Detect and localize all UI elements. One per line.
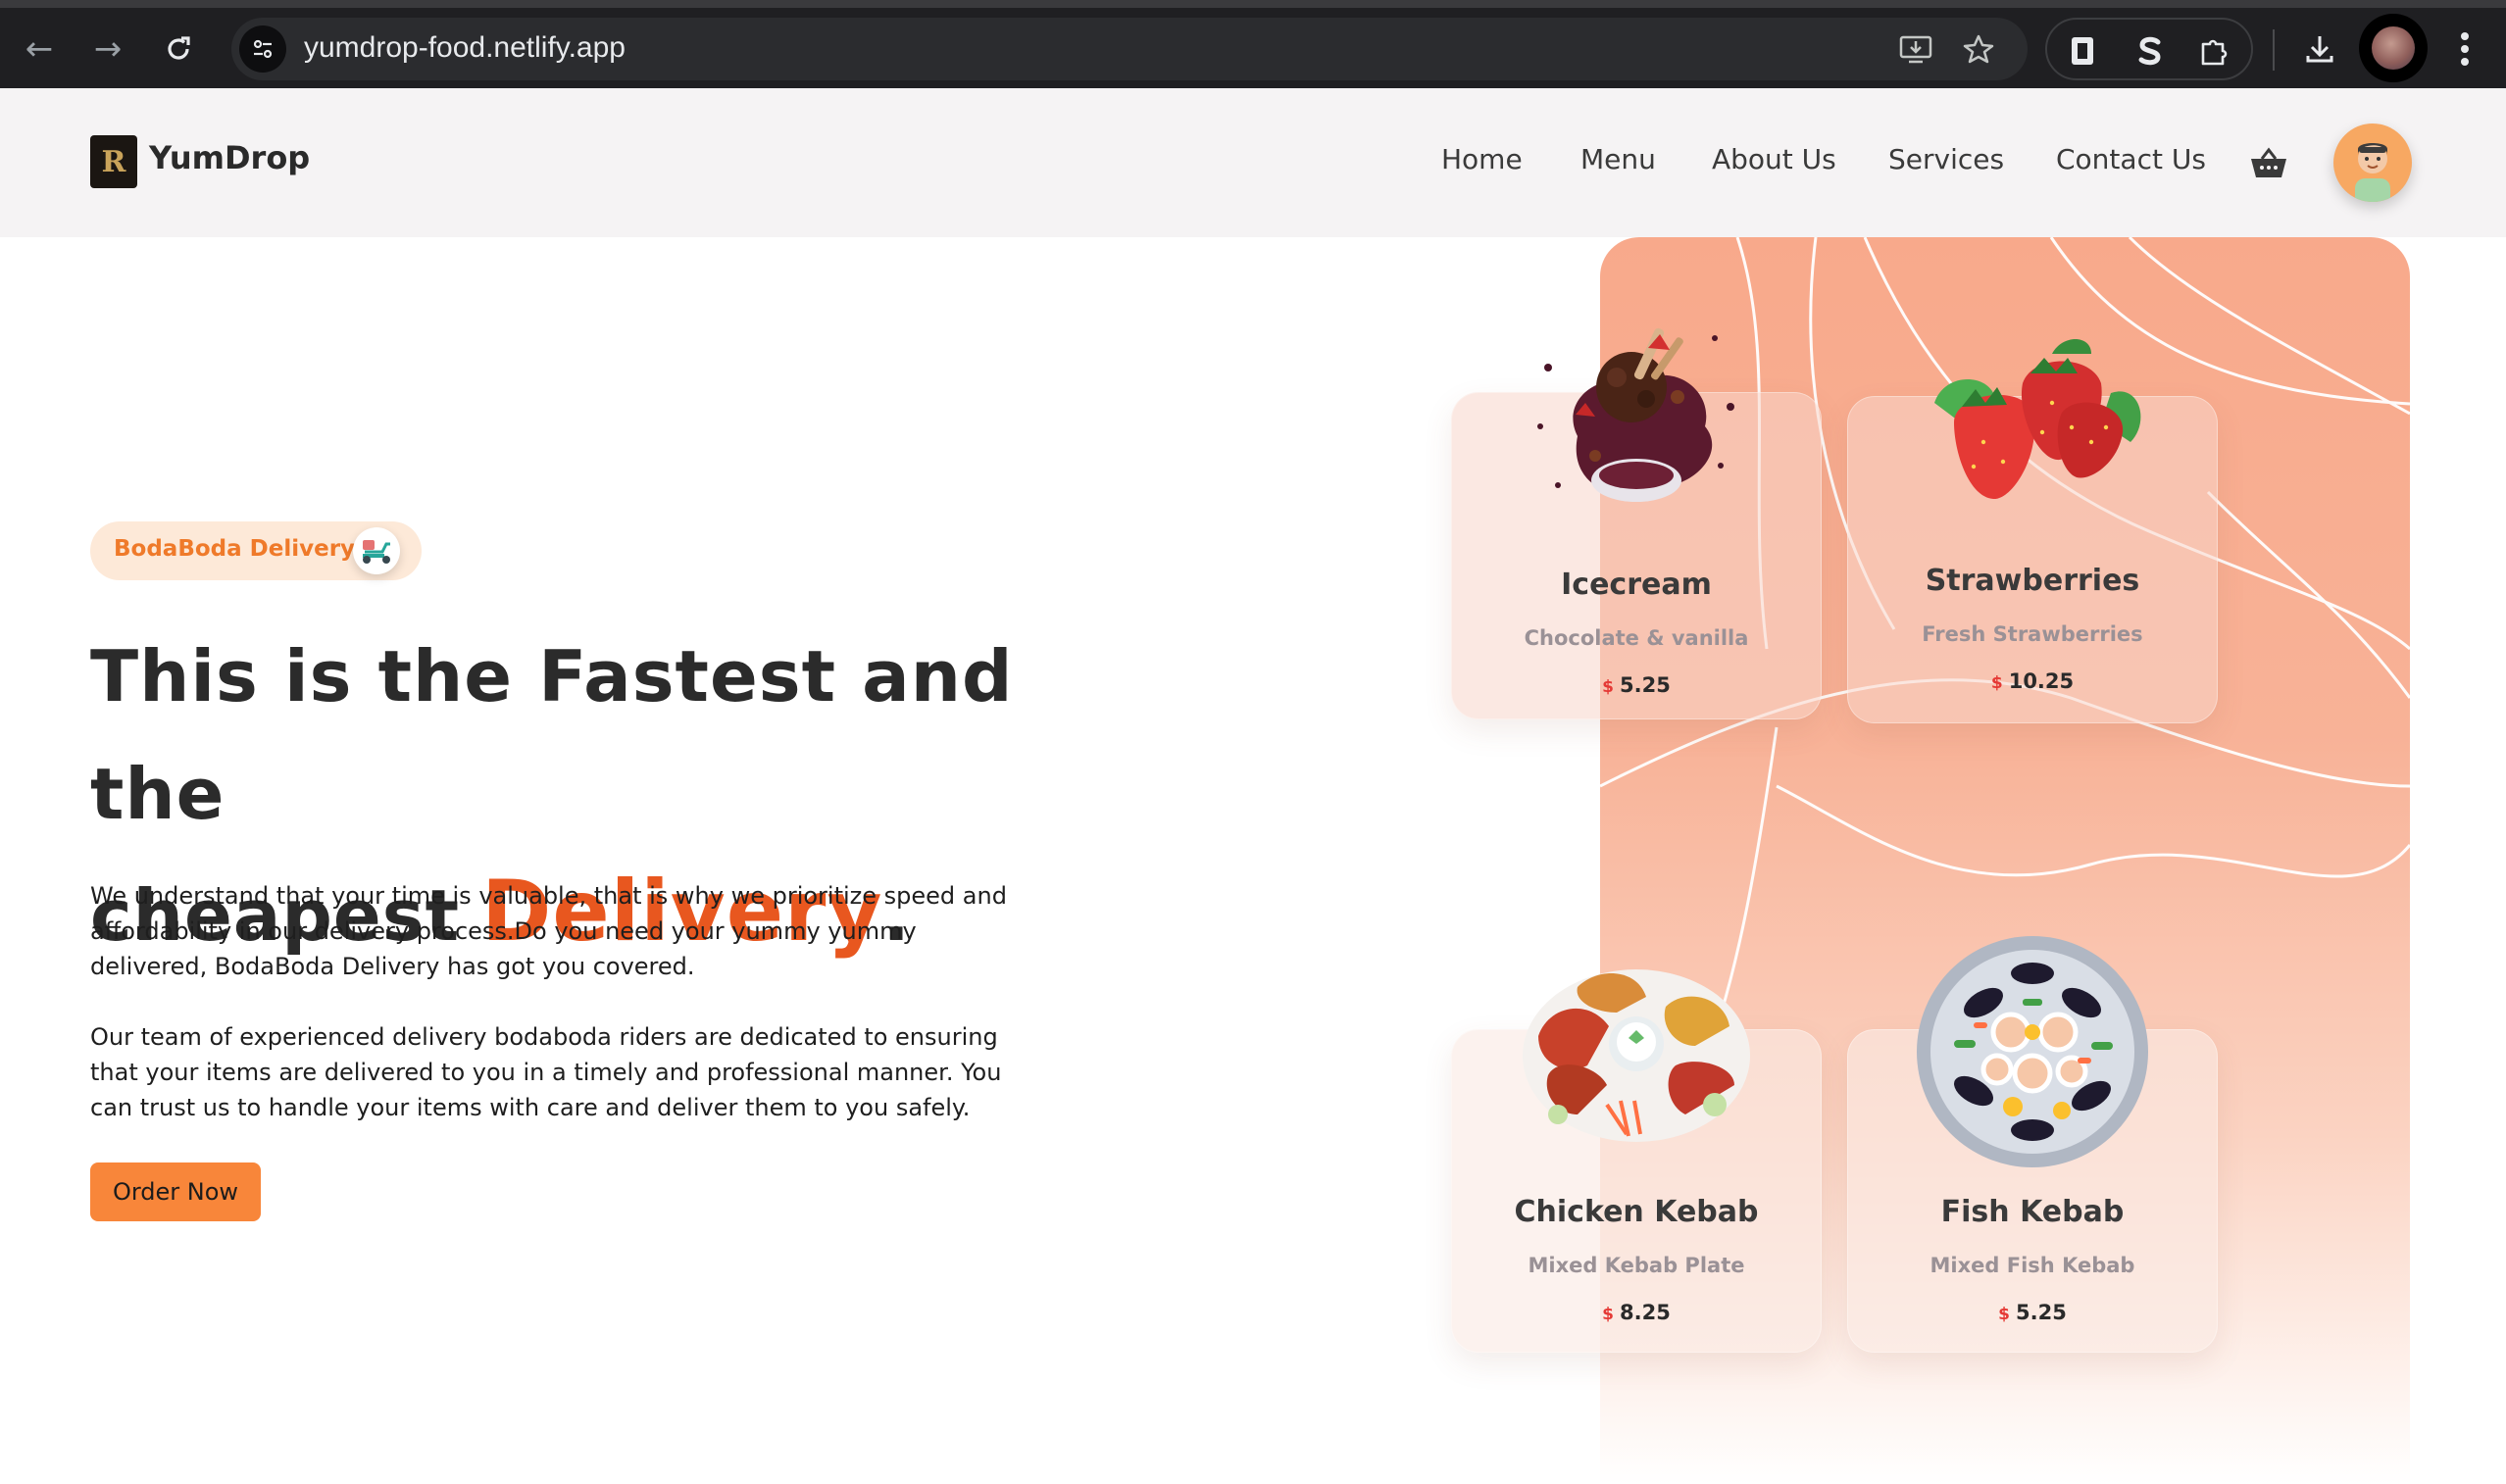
install-app-icon[interactable] — [1898, 31, 1933, 67]
extension-page-icon[interactable] — [2063, 31, 2102, 71]
fish-kebab-image — [1915, 934, 2150, 1169]
card-price: $5.25 — [1848, 1301, 2217, 1324]
nav-home[interactable]: Home — [1441, 143, 1523, 175]
price-value: 5.25 — [2016, 1301, 2067, 1324]
brand-name[interactable]: YumDrop — [149, 139, 310, 176]
currency-symbol: $ — [1602, 1305, 1614, 1324]
strawberries-image — [1915, 334, 2150, 501]
card-title: Chicken Kebab — [1514, 1195, 1759, 1229]
nav-about-us[interactable]: About Us — [1712, 143, 1836, 175]
user-avatar[interactable] — [2333, 124, 2412, 202]
kebab-menu-icon[interactable] — [2441, 25, 2488, 73]
card-subtitle: Mixed Kebab Plate — [1528, 1254, 1745, 1277]
site-header: R YumDrop Home Menu About Us Services Co… — [0, 88, 2506, 237]
extensions-puzzle-icon[interactable] — [2194, 31, 2233, 71]
extensions-group — [2045, 18, 2253, 80]
delivery-badge: BodaBoda Delivery — [90, 521, 422, 580]
address-bar[interactable]: yumdrop-food.netlify.app — [231, 18, 2028, 80]
card-price: $8.25 — [1452, 1301, 1821, 1324]
card-price: $5.25 — [1452, 673, 1821, 697]
logo-letter: R — [101, 144, 126, 179]
price-value: 10.25 — [2008, 669, 2075, 693]
menu-card-icecream[interactable]: Icecream Chocolate & vanilla $5.25 — [1451, 327, 1822, 719]
nav-menu[interactable]: Menu — [1580, 143, 1656, 175]
shopping-basket-icon[interactable] — [2249, 147, 2288, 180]
back-icon[interactable]: ← — [16, 25, 63, 73]
nav-contact-us[interactable]: Contact Us — [2056, 143, 2206, 175]
url-text[interactable]: yumdrop-food.netlify.app — [304, 31, 626, 65]
currency-symbol: $ — [1602, 677, 1614, 697]
price-value: 5.25 — [1620, 673, 1671, 697]
menu-card-chicken-kebab[interactable]: Chicken Kebab Mixed Kebab Plate $8.25 — [1451, 969, 1822, 1353]
card-title: Icecream — [1561, 568, 1712, 602]
browser-profile-avatar[interactable] — [2359, 14, 2428, 82]
currency-symbol: $ — [1990, 673, 2003, 693]
menu-card-strawberries[interactable]: Strawberries Fresh Strawberries $10.25 — [1847, 339, 2218, 723]
badge-label: BodaBoda Delivery — [114, 536, 356, 562]
download-icon[interactable] — [2296, 25, 2343, 73]
headline-line-1: This is the Fastest and the — [90, 635, 1014, 835]
price-value: 8.25 — [1620, 1301, 1671, 1324]
extension-s-icon[interactable] — [2130, 31, 2169, 71]
card-subtitle: Chocolate & vanilla — [1524, 626, 1749, 650]
card-title: Strawberries — [1925, 564, 2140, 598]
currency-symbol: $ — [1998, 1305, 2010, 1324]
scooter-delivery-icon — [353, 527, 400, 574]
menu-card-fish-kebab[interactable]: Fish Kebab Mixed Fish Kebab $5.25 — [1847, 936, 2218, 1353]
toolbar-divider — [2273, 29, 2275, 71]
icecream-image — [1519, 309, 1754, 534]
card-subtitle: Mixed Fish Kebab — [1930, 1254, 2135, 1277]
card-price: $10.25 — [1848, 669, 2217, 693]
forward-icon[interactable]: → — [84, 25, 131, 73]
order-now-button[interactable]: Order Now — [90, 1162, 261, 1221]
chicken-kebab-image — [1519, 958, 1754, 1144]
hero-paragraph-1: We understand that your time is valuable… — [90, 882, 1007, 980]
card-title: Fish Kebab — [1940, 1195, 2125, 1229]
reload-icon[interactable] — [155, 25, 202, 73]
browser-toolbar: ← → yumdrop-food.netlify.app — [0, 0, 2506, 88]
nav-services[interactable]: Services — [1888, 143, 2004, 175]
hero-paragraph-2: Our team of experienced delivery bodabod… — [90, 1023, 1002, 1121]
bookmark-star-icon[interactable] — [1961, 31, 1996, 67]
site-info-icon[interactable] — [239, 25, 286, 73]
card-subtitle: Fresh Strawberries — [1922, 622, 2143, 646]
brand-logo[interactable]: R — [90, 135, 137, 188]
